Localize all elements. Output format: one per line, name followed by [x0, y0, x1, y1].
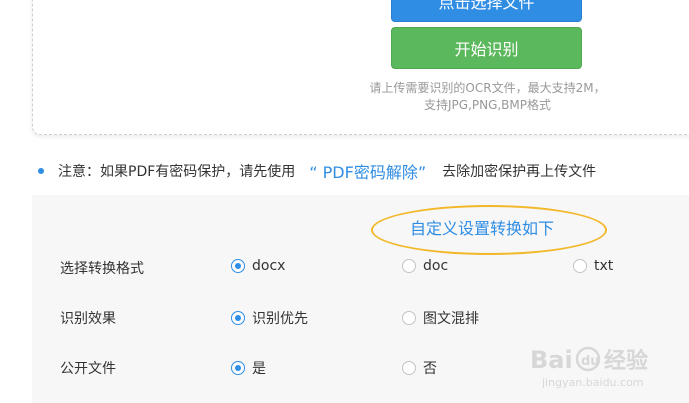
public-file-label: 公开文件	[60, 361, 116, 377]
select-file-button[interactable]: 点击选择文件	[391, 0, 582, 22]
format-option-label: doc	[423, 258, 449, 274]
notice-bullet-icon	[38, 168, 44, 174]
public-option-yes[interactable]: 是	[231, 358, 266, 378]
notice-suffix: 去除加密保护再上传文件	[442, 164, 597, 180]
public-option-label: 是	[252, 361, 266, 377]
radio-unchecked-icon[interactable]	[402, 361, 416, 375]
start-recognition-button[interactable]: 开始识别	[391, 27, 582, 69]
effect-option-mixed-layout[interactable]: 图文混排	[402, 308, 479, 328]
effect-option-recognition-first[interactable]: 识别优先	[231, 308, 308, 328]
svg-text:jingyan.baidu.com: jingyan.baidu.com	[541, 376, 644, 389]
password-notice: 注意：如果PDF有密码保护，请先使用 “ PDF密码解除” 去除加密保护再上传文…	[38, 160, 596, 182]
radio-unchecked-icon[interactable]	[402, 259, 416, 273]
radio-unchecked-icon[interactable]	[402, 311, 416, 325]
effect-option-label: 识别优先	[252, 311, 308, 327]
pdf-password-remove-link[interactable]: “ PDF密码解除”	[309, 159, 426, 183]
upload-hint-line2: 支持JPG,PNG,BMP格式	[423, 98, 552, 112]
baidu-jingyan-watermark: Bai du 经验 jingyan.baidu.com	[530, 346, 648, 389]
svg-text:Bai: Bai	[530, 346, 573, 374]
public-option-no[interactable]: 否	[402, 358, 437, 378]
format-option-doc[interactable]: doc	[402, 258, 448, 274]
effect-option-label: 图文混排	[423, 311, 479, 327]
format-option-label: docx	[252, 258, 286, 274]
radio-checked-icon[interactable]	[231, 259, 245, 273]
recognition-effect-label: 识别效果	[60, 311, 116, 327]
radio-checked-icon[interactable]	[231, 311, 245, 325]
format-option-label: txt	[594, 258, 614, 274]
upload-hint-line1: 请上传需要识别的OCR文件，最大支持2M，	[369, 81, 606, 95]
public-option-label: 否	[423, 361, 437, 377]
radio-unchecked-icon[interactable]	[573, 259, 587, 273]
svg-text:经验: 经验	[604, 348, 648, 374]
radio-checked-icon[interactable]	[231, 361, 245, 375]
notice-prefix: 注意：如果PDF有密码保护，请先使用	[58, 164, 296, 180]
upload-hint: 请上传需要识别的OCR文件，最大支持2M， 支持JPG,PNG,BMP格式	[330, 80, 645, 114]
upload-panel	[32, 0, 689, 135]
format-option-txt[interactable]: txt	[573, 258, 613, 274]
highlight-oval	[371, 205, 607, 255]
format-label: 选择转换格式	[60, 261, 144, 277]
svg-text:du: du	[581, 354, 600, 369]
format-option-docx[interactable]: docx	[231, 258, 285, 274]
